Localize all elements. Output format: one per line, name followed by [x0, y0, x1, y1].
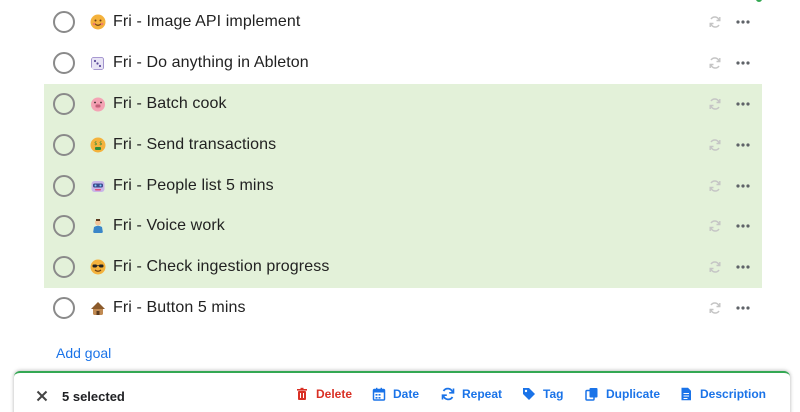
duplicate-icon [585, 388, 598, 401]
goal-label[interactable]: Fri - Check ingestion progress [113, 258, 329, 276]
more-options-icon[interactable] [736, 305, 750, 311]
more-options-icon[interactable] [736, 264, 750, 270]
tag-button[interactable]: Tag [522, 387, 563, 401]
complete-checkbox[interactable] [53, 133, 75, 156]
pig-face-icon [91, 97, 105, 112]
description-label: Description [700, 387, 767, 401]
more-options-icon[interactable] [736, 183, 750, 189]
smiling-face-icon [90, 14, 106, 30]
complete-checkbox[interactable] [53, 215, 75, 238]
goal-row[interactable]: Fri - Voice work [44, 205, 762, 247]
svg-text:$: $ [94, 141, 97, 147]
document-icon [681, 387, 691, 401]
goal-row[interactable]: Fri - Button 5 mins [44, 288, 762, 329]
hut-icon [91, 301, 105, 315]
complete-checkbox[interactable] [53, 174, 75, 197]
goal-label[interactable]: Fri - Send transactions [113, 136, 276, 154]
calendar-icon [372, 387, 386, 401]
date-label: Date [393, 387, 420, 401]
goal-row[interactable]: Fri - People list 5 mins [44, 165, 762, 206]
duplicate-button[interactable]: Duplicate [585, 387, 660, 401]
repeat-icon[interactable] [708, 56, 722, 70]
goal-row[interactable]: Fri - Check ingestion progress [44, 246, 762, 288]
goal-label[interactable]: Fri - People list 5 mins [113, 177, 274, 195]
repeat-icon[interactable] [708, 97, 722, 111]
date-button[interactable]: Date [372, 387, 419, 401]
add-goal-link[interactable]: Add goal [56, 345, 111, 361]
complete-checkbox[interactable] [53, 52, 75, 75]
tag-label: Tag [543, 387, 564, 401]
goal-list: Fri - Image API implement Fri - Do anyth… [44, 2, 762, 328]
delete-label: Delete [316, 387, 353, 401]
svg-text:$: $ [99, 141, 102, 147]
goal-label[interactable]: Fri - Voice work [113, 217, 225, 235]
close-icon[interactable] [36, 390, 48, 402]
repeat-icon[interactable] [708, 15, 722, 29]
robot-face-icon [91, 180, 105, 192]
person-icon [93, 219, 103, 234]
repeat-icon[interactable] [708, 179, 722, 193]
delete-button[interactable]: Delete [295, 387, 352, 401]
complete-checkbox[interactable] [53, 256, 75, 279]
complete-checkbox[interactable] [53, 11, 75, 34]
repeat-icon[interactable] [708, 301, 722, 315]
goal-label[interactable]: Fri - Button 5 mins [113, 299, 246, 317]
goal-label[interactable]: Fri - Batch cook [113, 95, 227, 113]
goal-row[interactable]: Fri - Batch cook [44, 83, 762, 125]
repeat-button[interactable]: Repeat [441, 387, 502, 401]
repeat-icon[interactable] [708, 138, 722, 152]
trash-icon [297, 387, 307, 400]
repeat-label: Repeat [462, 387, 503, 401]
more-options-icon[interactable] [736, 19, 750, 25]
selected-count: 5 selected [62, 389, 125, 404]
selection-action-bar: 5 selected Delete Date Repeat Tag Duplic… [14, 371, 790, 412]
more-options-icon[interactable] [736, 101, 750, 107]
complete-checkbox[interactable] [53, 296, 75, 319]
description-button[interactable]: Description [679, 387, 766, 401]
complete-checkbox[interactable] [53, 92, 75, 115]
goal-row[interactable]: $ $ Fri - Send transactions [44, 124, 762, 166]
goal-label[interactable]: Fri - Do anything in Ableton [113, 54, 309, 72]
tag-icon [523, 388, 535, 400]
duplicate-label: Duplicate [606, 387, 661, 401]
repeat-icon[interactable] [708, 260, 722, 274]
sunglasses-face-icon [90, 259, 106, 275]
goal-label[interactable]: Fri - Image API implement [113, 13, 300, 31]
money-mouth-face-icon: $ $ [90, 137, 106, 153]
more-options-icon[interactable] [736, 60, 750, 66]
more-options-icon[interactable] [736, 223, 750, 229]
goal-row[interactable]: Fri - Do anything in Ableton [44, 43, 762, 84]
dice-icon [91, 57, 104, 71]
goal-row[interactable]: Fri - Image API implement [44, 2, 762, 43]
more-options-icon[interactable] [736, 142, 750, 148]
repeat-icon [441, 387, 455, 401]
repeat-icon[interactable] [708, 219, 722, 233]
